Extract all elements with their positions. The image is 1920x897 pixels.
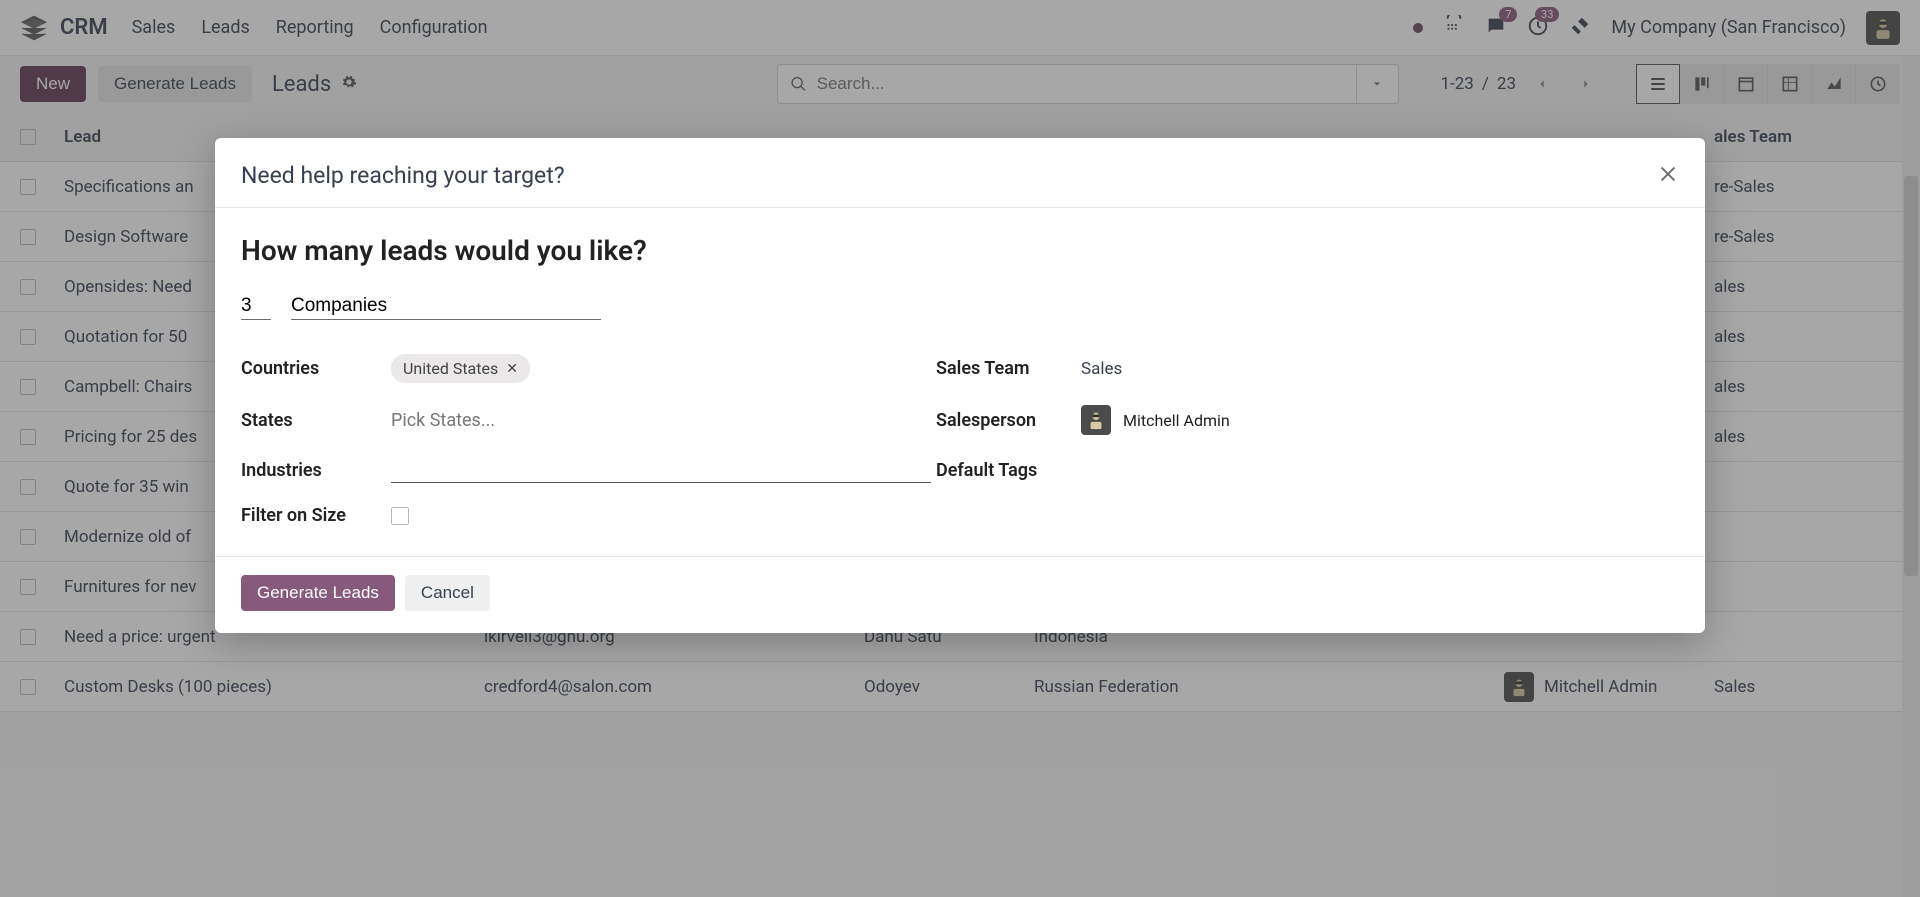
sales-team-value[interactable]: Sales [1081,359,1501,379]
lead-count-input[interactable] [241,293,271,320]
modal-title: Need help reaching your target? [241,162,565,189]
filter-size-checkbox[interactable] [391,507,409,525]
modal-question: How many leads would you like? [241,234,1679,267]
lead-type-input[interactable] [291,293,601,320]
modal-footer: Generate Leads Cancel [215,556,1705,633]
close-icon [1657,163,1679,185]
remove-tag-icon[interactable]: ✕ [506,361,518,377]
label-salesperson: Salesperson [936,410,1081,431]
modal-header: Need help reaching your target? [215,138,1705,208]
label-industries: Industries [241,460,391,481]
countries-field[interactable]: United States ✕ [391,354,936,383]
industries-field[interactable] [391,457,931,483]
salesperson-name: Mitchell Admin [1123,411,1230,430]
modal-body: How many leads would you like? Countries… [215,208,1705,556]
lead-count-row [241,293,1679,320]
generate-leads-modal: Need help reaching your target? How many… [215,138,1705,633]
country-tag: United States ✕ [391,354,530,383]
salesperson-avatar [1081,405,1111,435]
states-field[interactable]: Pick States... [391,410,936,431]
label-default-tags: Default Tags [936,460,1081,481]
label-filter-size: Filter on Size [241,505,391,526]
modal-overlay: Need help reaching your target? How many… [0,0,1920,897]
modal-generate-button[interactable]: Generate Leads [241,575,395,611]
label-states: States [241,410,391,431]
modal-form: Countries United States ✕ Sales Team Sal… [241,354,1679,526]
label-countries: Countries [241,358,391,379]
country-tag-label: United States [403,359,498,378]
salesperson-value[interactable]: Mitchell Admin [1081,405,1501,435]
label-sales-team: Sales Team [936,358,1081,379]
modal-cancel-button[interactable]: Cancel [405,575,490,611]
modal-close-button[interactable] [1657,163,1679,189]
